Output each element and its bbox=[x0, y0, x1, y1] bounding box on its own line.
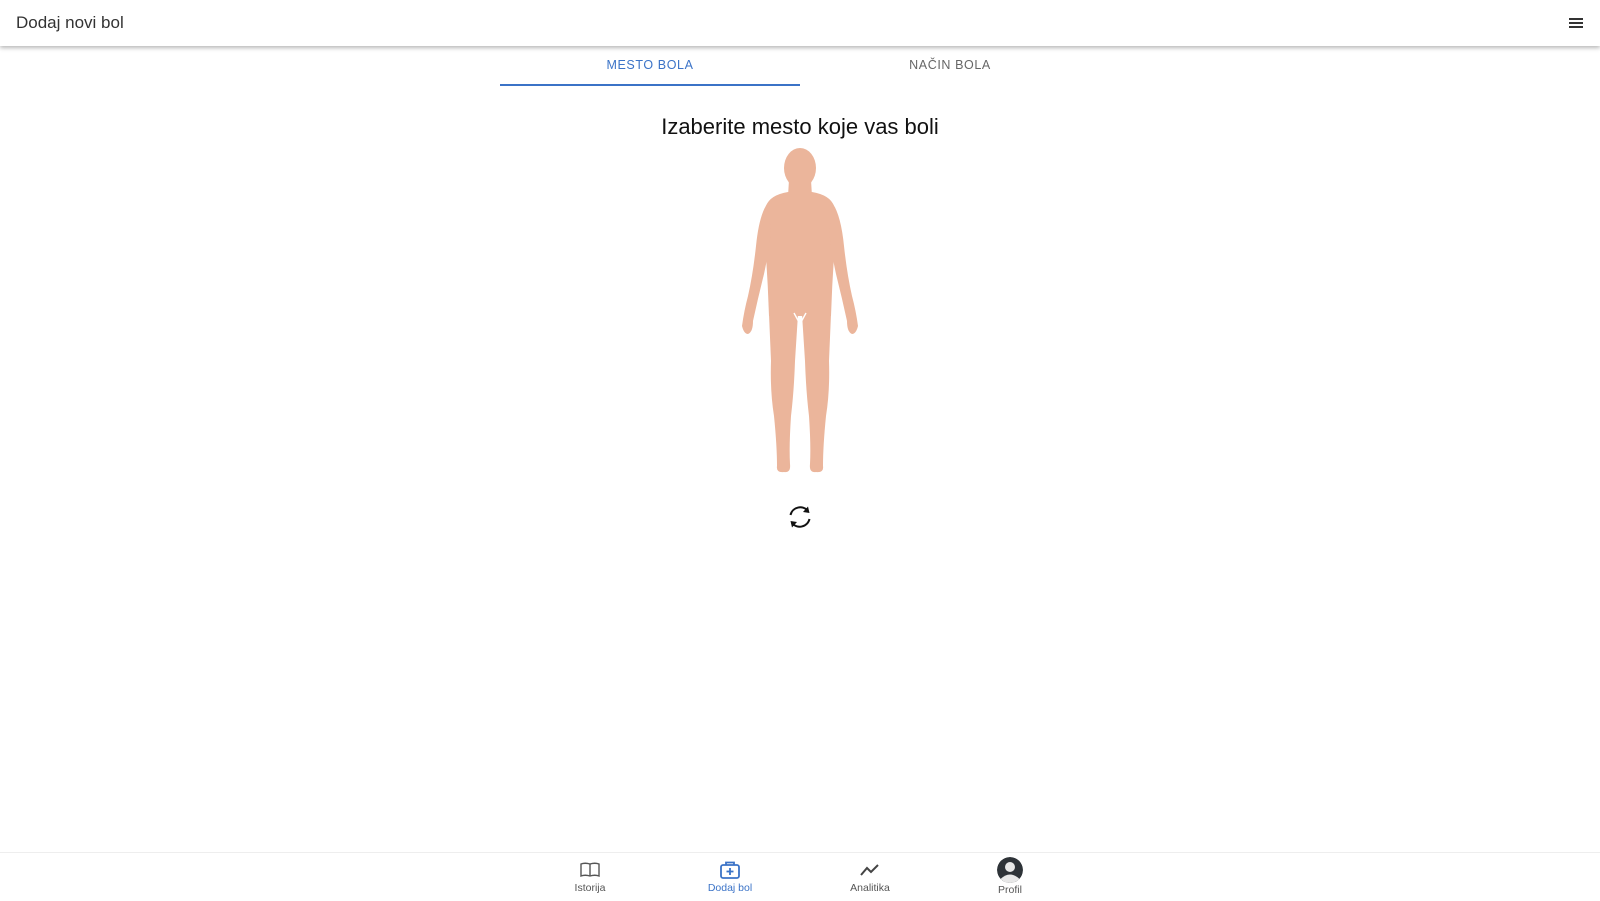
tab-nacin-bola[interactable]: NAČIN BOLA bbox=[800, 48, 1100, 86]
app-bar: Dodaj novi bol bbox=[0, 0, 1600, 46]
nav-item-dodaj-bol[interactable]: Dodaj bol bbox=[690, 859, 770, 899]
body-map[interactable] bbox=[730, 146, 870, 486]
rotate-icon[interactable] bbox=[786, 503, 814, 531]
nav-item-istorija[interactable]: Istorija bbox=[550, 859, 630, 899]
nav-label-analitika: Analitika bbox=[850, 882, 890, 894]
medical-kit-icon bbox=[720, 861, 740, 879]
body-part-right-leg bbox=[802, 314, 831, 473]
nav-item-profil[interactable]: Profil bbox=[970, 857, 1050, 899]
nav-label-profil: Profil bbox=[998, 884, 1022, 896]
tab-bar: MESTO BOLA NAČIN BOLA bbox=[500, 48, 1100, 88]
avatar bbox=[997, 857, 1023, 883]
nav-item-analitika[interactable]: Analitika bbox=[830, 859, 910, 899]
bottom-nav: Istorija Dodaj bol Analitika Profil bbox=[0, 852, 1600, 901]
book-icon bbox=[580, 862, 600, 878]
menu-icon[interactable] bbox=[1566, 13, 1586, 33]
page-title: Dodaj novi bol bbox=[16, 13, 124, 32]
nav-label-istorija: Istorija bbox=[574, 882, 606, 894]
trend-icon bbox=[860, 864, 879, 876]
body-part-right-arm bbox=[829, 204, 858, 334]
tab-mesto-bola[interactable]: MESTO BOLA bbox=[500, 48, 800, 86]
body-part-left-arm bbox=[742, 204, 771, 334]
nav-label-dodaj-bol: Dodaj bol bbox=[707, 882, 753, 894]
body-part-left-leg bbox=[769, 314, 798, 473]
body-selection-prompt: Izaberite mesto koje vas boli bbox=[661, 114, 939, 139]
body-part-torso bbox=[766, 192, 834, 316]
tab-active-indicator bbox=[500, 84, 800, 86]
